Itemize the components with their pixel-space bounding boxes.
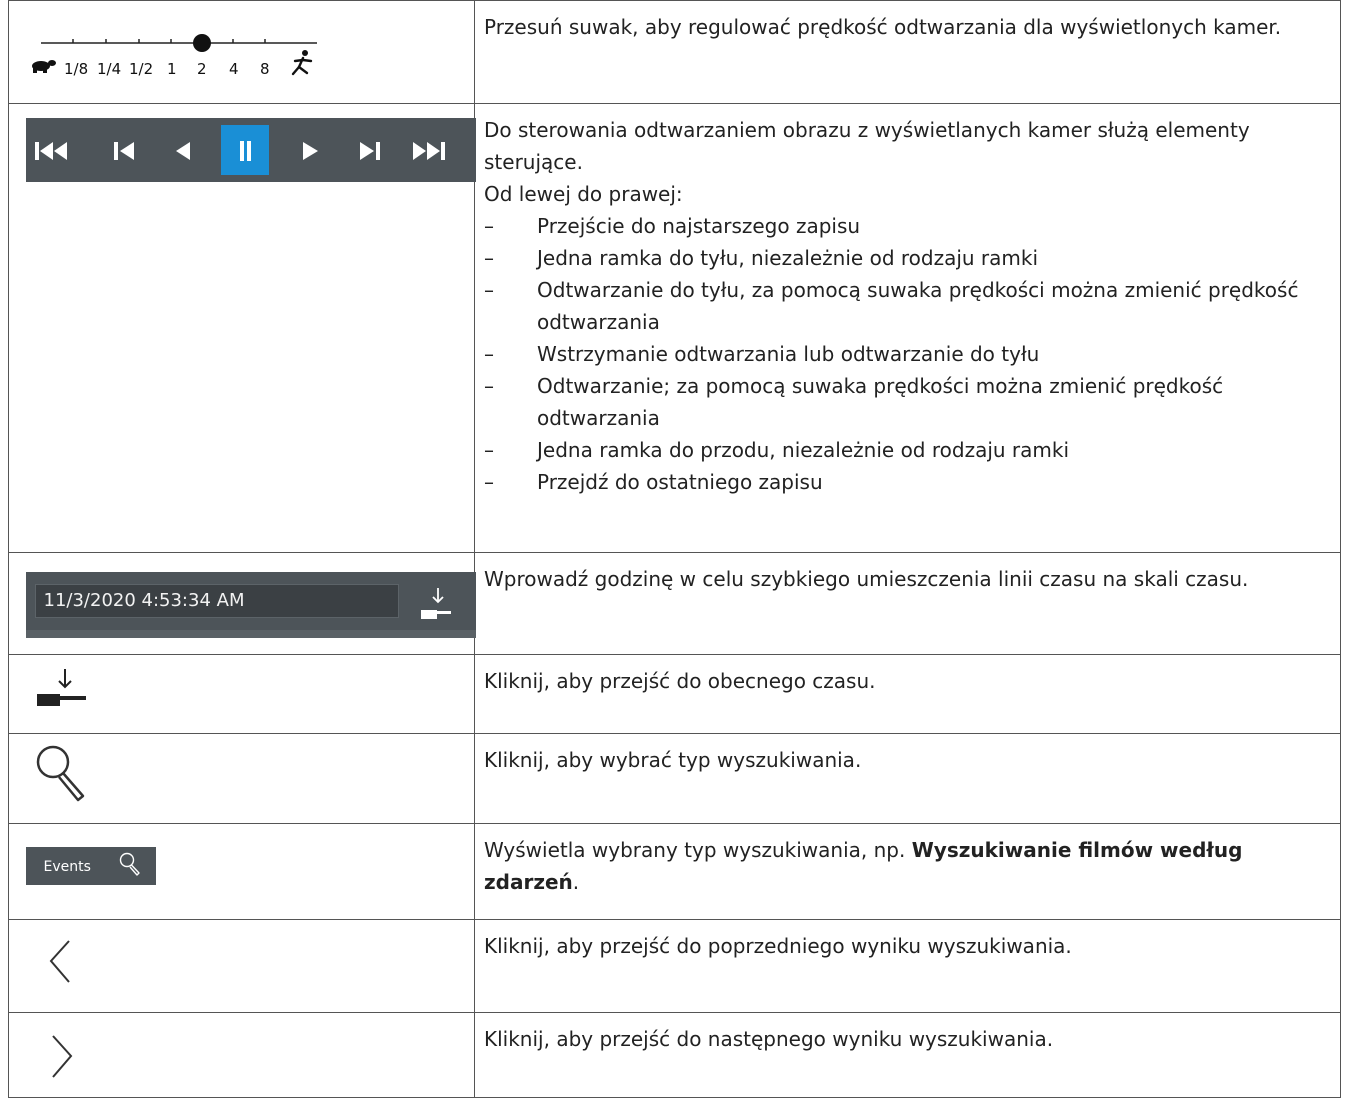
list-dash: – (484, 214, 494, 238)
list-item: – Wstrzymanie odtwarzania lub odtwarzanie… (484, 338, 1332, 370)
speed-label: 2 (197, 60, 207, 78)
description-text: Do sterowania odtwarzaniem obrazu z wyśw… (484, 118, 1250, 174)
time-input-value: 11/3/2020 4:53:34 AM (43, 589, 245, 611)
table-row: Kliknij, aby przejść do następnego wynik… (8, 1012, 1341, 1098)
speed-label: 4 (229, 60, 239, 78)
description-cell: Kliknij, aby przejść do poprzedniego wyn… (474, 919, 1341, 1013)
reference-table: 1/8 1/4 1/2 1 2 4 8 Przesuń suwak, aby r… (8, 0, 1341, 1098)
slider-thumb (192, 33, 211, 52)
list-dash: – (484, 246, 494, 270)
description-text: Wprowadź godzinę w celu szybkiego umiesz… (484, 567, 1249, 591)
step-forward-button[interactable] (348, 118, 398, 182)
play-backward-button[interactable] (158, 118, 208, 182)
list-dash: – (484, 278, 494, 302)
description-cell: Wprowadź godzinę w celu szybkiego umiesz… (474, 552, 1341, 655)
list-item: – Jedna ramka do tyłu, niezależnie od rod… (484, 242, 1332, 274)
description-cell: Do sterowania odtwarzaniem obrazu z wyśw… (474, 103, 1341, 553)
icon-cell: Events (8, 823, 475, 920)
icon-cell (8, 103, 476, 553)
jump-to-now-icon (420, 587, 451, 619)
description-text: Wyświetla wybrany typ wyszukiwania, np. … (484, 834, 1332, 898)
description-cell: Kliknij, aby wybrać typ wyszukiwania. (474, 733, 1341, 824)
description-cell: Wyświetla wybrany typ wyszukiwania, np. … (474, 823, 1341, 920)
speed-label: 1/2 (129, 60, 153, 78)
description-cell: Przesuń suwak, aby regulować prędkość od… (474, 0, 1341, 104)
list-item: – Odtwarzanie do tyłu, za pomocą suwaka p… (484, 274, 1332, 338)
table-row: Events Wyświetla wybrany typ wyszukiwani… (8, 823, 1341, 920)
search-icon (119, 852, 140, 876)
description-text: Kliknij, aby przejść do poprzedniego wyn… (484, 934, 1072, 958)
table-row: Do sterowania odtwarzaniem obrazu z wyśw… (8, 103, 1341, 553)
turtle-icon (31, 59, 56, 73)
list-dash: – (484, 374, 494, 398)
list-item: – Przejście do najstarszego zapisu (484, 210, 1332, 242)
pause-button[interactable] (221, 125, 269, 175)
table-row: Kliknij, aby przejść do poprzedniego wyn… (8, 919, 1341, 1013)
time-input-bar: 11/3/2020 4:53:34 AM (25, 571, 476, 638)
step-back-button[interactable] (96, 118, 146, 182)
icon-cell: 11/3/2020 4:53:34 AM (8, 552, 476, 655)
icon-cell (8, 919, 475, 1013)
speed-slider[interactable]: 1/8 1/4 1/2 1 2 4 8 (27, 27, 327, 87)
list-dash: – (484, 438, 494, 462)
list-item: – Przejdź do ostatniego zapisu (484, 466, 1332, 498)
skip-to-start-button[interactable] (26, 118, 76, 182)
play-button[interactable] (286, 118, 336, 182)
description-post: . (572, 870, 580, 894)
jump-to-now-icon[interactable] (29, 665, 91, 709)
speed-label: 1 (167, 60, 177, 78)
list-item-text: Przejdź do ostatniego zapisu (537, 470, 823, 494)
table-row: Kliknij, aby wybrać typ wyszukiwania. (8, 733, 1341, 824)
speed-label: 8 (260, 60, 270, 78)
description-pre: Wyświetla wybrany typ wyszukiwania, np. (484, 838, 912, 862)
runner-icon (291, 49, 312, 75)
list-item: – Jedna ramka do przodu, niezależnie od r… (484, 434, 1332, 466)
list-item: – Odtwarzanie; za pomocą suwaka prędkości… (484, 370, 1332, 434)
table-row: 11/3/2020 4:53:34 AM Wprowadź godzinę w … (8, 552, 1341, 655)
list-item-text: Odtwarzanie do tyłu, za pomocą suwaka pr… (537, 278, 1299, 334)
chevron-right-icon[interactable] (47, 1033, 77, 1083)
jump-to-now-button[interactable] (416, 585, 456, 625)
description-text: Kliknij, aby wybrać typ wyszukiwania. (484, 748, 862, 772)
icon-cell (8, 733, 475, 824)
icon-cell: 1/8 1/4 1/2 1 2 4 8 (8, 0, 475, 104)
speed-label: 1/8 (64, 60, 88, 78)
list-item-text: Przejście do najstarszego zapisu (537, 214, 861, 238)
list-item-text: Odtwarzanie; za pomocą suwaka prędkości … (537, 374, 1224, 430)
events-search-button[interactable]: Events (25, 846, 156, 885)
chevron-left-icon[interactable] (47, 938, 77, 988)
description-text: Kliknij, aby przejść do obecnego czasu. (484, 669, 876, 693)
description-text: Przesuń suwak, aby regulować prędkość od… (484, 15, 1282, 39)
description-cell: Kliknij, aby przejść do następnego wynik… (474, 1012, 1341, 1098)
speed-label: 1/4 (97, 60, 121, 78)
events-label: Events (43, 858, 91, 875)
icon-cell (8, 654, 475, 734)
skip-to-end-button[interactable] (406, 118, 456, 182)
table-row: 1/8 1/4 1/2 1 2 4 8 Przesuń suwak, aby r… (8, 0, 1341, 104)
icon-cell (8, 1012, 475, 1098)
time-input[interactable]: 11/3/2020 4:53:34 AM (34, 583, 399, 618)
description-text: Od lewej do prawej: (484, 182, 683, 206)
list-item-text: Wstrzymanie odtwarzania lub odtwarzanie … (537, 342, 1040, 366)
list-item-text: Jedna ramka do przodu, niezależnie od ro… (537, 438, 1070, 462)
description-text: Kliknij, aby przejść do następnego wynik… (484, 1027, 1054, 1051)
list-dash: – (484, 470, 494, 494)
table-row: Kliknij, aby przejść do obecnego czasu. (8, 654, 1341, 734)
list-dash: – (484, 342, 494, 366)
playback-toolbar (25, 117, 476, 182)
search-icon[interactable] (33, 742, 93, 806)
description-cell: Kliknij, aby przejść do obecnego czasu. (474, 654, 1341, 734)
list-item-text: Jedna ramka do tyłu, niezależnie od rodz… (537, 246, 1039, 270)
